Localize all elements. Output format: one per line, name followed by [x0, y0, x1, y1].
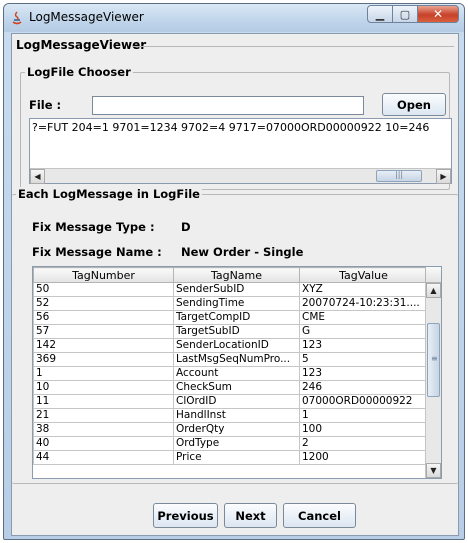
- tag-number-cell[interactable]: 142: [33, 338, 174, 353]
- tag-name-cell[interactable]: TargetCompID: [173, 310, 300, 325]
- next-button[interactable]: Next: [224, 503, 277, 528]
- table-row[interactable]: 57 TargetSubID G: [33, 324, 428, 339]
- log-text-area[interactable]: ?=FUT 204=1 9701=1234 9702=4 9717=07000O…: [29, 118, 452, 184]
- log-line: ?=FUT 204=1 9701=1234 9702=4 9717=07000O…: [32, 121, 430, 134]
- maximize-icon: ▢: [399, 7, 411, 21]
- tag-name-cell[interactable]: SendingTime: [173, 296, 300, 311]
- log-message-title: Each LogMessage in LogFile: [16, 187, 202, 201]
- fix-name-value: New Order - Single: [181, 245, 304, 259]
- tag-value-cell[interactable]: XYZ: [299, 282, 428, 297]
- table-row[interactable]: 11 ClOrdID 07000ORD00000922: [33, 394, 428, 409]
- cancel-button[interactable]: Cancel: [283, 503, 356, 528]
- table-row[interactable]: 1 Account 123: [33, 366, 428, 381]
- table-row[interactable]: 21 HandlInst 1: [33, 408, 428, 423]
- fix-type-value: D: [181, 220, 191, 234]
- tag-number-cell[interactable]: 369: [33, 352, 174, 367]
- grip-icon: ≡: [431, 354, 438, 363]
- table-row[interactable]: 369 LastMsgSeqNumPro... 5: [33, 352, 428, 367]
- table-row[interactable]: 40 OrdType 2: [33, 436, 428, 451]
- tag-table-grid: TagNumber TagName TagValue 50 SenderSubID…: [33, 267, 428, 465]
- title-bar[interactable]: LogMessageViewer ▁ ▢ ✕: [4, 4, 464, 32]
- tag-name-cell[interactable]: SenderLocationID: [173, 338, 300, 353]
- minimize-button[interactable]: ▁: [367, 5, 393, 23]
- tag-value-cell[interactable]: 246: [299, 380, 428, 395]
- scroll-corner: [425, 267, 441, 283]
- table-row[interactable]: 56 TargetCompID CME: [33, 310, 428, 325]
- tag-value-cell[interactable]: 123: [299, 338, 428, 353]
- tag-number-cell[interactable]: 56: [33, 310, 174, 325]
- scroll-down-arrow-icon[interactable]: ▼: [426, 463, 441, 478]
- column-header-tagname[interactable]: TagName: [173, 267, 300, 283]
- tag-number-cell[interactable]: 44: [33, 450, 174, 465]
- file-path-input[interactable]: [92, 96, 364, 115]
- next-button-label: Next: [235, 508, 266, 523]
- tag-name-cell[interactable]: CheckSum: [173, 380, 300, 395]
- tag-number-cell[interactable]: 40: [33, 436, 174, 451]
- tag-name-cell[interactable]: Price: [173, 450, 300, 465]
- tag-value-cell[interactable]: 123: [299, 366, 428, 381]
- minimize-icon: ▁: [375, 7, 385, 21]
- grip-icon: |||: [395, 170, 404, 179]
- tag-name-cell[interactable]: OrdType: [173, 436, 300, 451]
- scroll-left-arrow-icon[interactable]: ◀: [30, 169, 45, 184]
- tag-name-cell[interactable]: HandlInst: [173, 408, 300, 423]
- table-header-row: TagNumber TagName TagValue: [33, 267, 428, 283]
- table-row[interactable]: 10 CheckSum 246: [33, 380, 428, 395]
- tag-name-cell[interactable]: LastMsgSeqNumPro...: [173, 352, 300, 367]
- horizontal-scroll-thumb[interactable]: |||: [376, 170, 422, 182]
- table-row[interactable]: 50 SenderSubID XYZ: [33, 282, 428, 297]
- horizontal-scrollbar[interactable]: ◀ ||| ▶: [30, 168, 451, 184]
- tag-value-cell[interactable]: G: [299, 324, 428, 339]
- table-row[interactable]: 52 SendingTime 20070724-10:23:31....: [33, 296, 428, 311]
- panel-title: LogMessageViewer: [16, 38, 149, 52]
- window-controls: ▁ ▢ ✕: [367, 5, 459, 23]
- column-header-tagvalue[interactable]: TagValue: [299, 267, 428, 283]
- vertical-scroll-thumb[interactable]: ≡: [427, 323, 440, 397]
- previous-button-label: Previous: [157, 508, 214, 523]
- open-button[interactable]: Open: [382, 93, 446, 116]
- table-row[interactable]: 142 SenderLocationID 123: [33, 338, 428, 353]
- window-title: LogMessageViewer: [29, 10, 144, 24]
- tag-name-cell[interactable]: OrderQty: [173, 422, 300, 437]
- tag-number-cell[interactable]: 21: [33, 408, 174, 423]
- tag-value-cell[interactable]: 07000ORD00000922: [299, 394, 428, 409]
- file-label: File :: [29, 98, 62, 112]
- close-button[interactable]: ✕: [417, 5, 459, 23]
- fix-type-label: Fix Message Type :: [32, 220, 155, 234]
- tag-value-cell[interactable]: CME: [299, 310, 428, 325]
- table-row[interactable]: 38 OrderQty 100: [33, 422, 428, 437]
- column-header-tagnumber[interactable]: TagNumber: [33, 267, 174, 283]
- tag-value-cell[interactable]: 20070724-10:23:31....: [299, 296, 428, 311]
- open-button-label: Open: [397, 97, 431, 112]
- fix-name-label: Fix Message Name :: [32, 245, 162, 259]
- scroll-right-arrow-icon[interactable]: ▶: [436, 169, 451, 184]
- tag-name-cell[interactable]: ClOrdID: [173, 394, 300, 409]
- close-icon: ✕: [432, 7, 444, 21]
- table-row[interactable]: 44 Price 1200: [33, 450, 428, 465]
- tag-number-cell[interactable]: 38: [33, 422, 174, 437]
- tag-value-cell[interactable]: 2: [299, 436, 428, 451]
- tag-value-cell[interactable]: 1: [299, 408, 428, 423]
- tag-number-cell[interactable]: 52: [33, 296, 174, 311]
- panel-divider: [132, 46, 454, 47]
- tag-table: TagNumber TagName TagValue 50 SenderSubID…: [32, 266, 442, 479]
- cancel-button-label: Cancel: [298, 508, 341, 523]
- scroll-up-arrow-icon[interactable]: ▲: [426, 283, 441, 298]
- tag-number-cell[interactable]: 11: [33, 394, 174, 409]
- tag-number-cell[interactable]: 1: [33, 366, 174, 381]
- tag-value-cell[interactable]: 100: [299, 422, 428, 437]
- tag-number-cell[interactable]: 10: [33, 380, 174, 395]
- tag-value-cell[interactable]: 5: [299, 352, 428, 367]
- tag-number-cell[interactable]: 57: [33, 324, 174, 339]
- previous-button[interactable]: Previous: [153, 503, 218, 528]
- logfile-chooser-title: LogFile Chooser: [25, 65, 133, 79]
- tag-name-cell[interactable]: TargetSubID: [173, 324, 300, 339]
- maximize-button[interactable]: ▢: [392, 5, 418, 23]
- tag-name-cell[interactable]: SenderSubID: [173, 282, 300, 297]
- tag-value-cell[interactable]: 1200: [299, 450, 428, 465]
- java-icon: [12, 11, 22, 25]
- tag-number-cell[interactable]: 50: [33, 282, 174, 297]
- vertical-scrollbar[interactable]: ▲ ≡ ▼: [425, 283, 441, 478]
- tag-name-cell[interactable]: Account: [173, 366, 300, 381]
